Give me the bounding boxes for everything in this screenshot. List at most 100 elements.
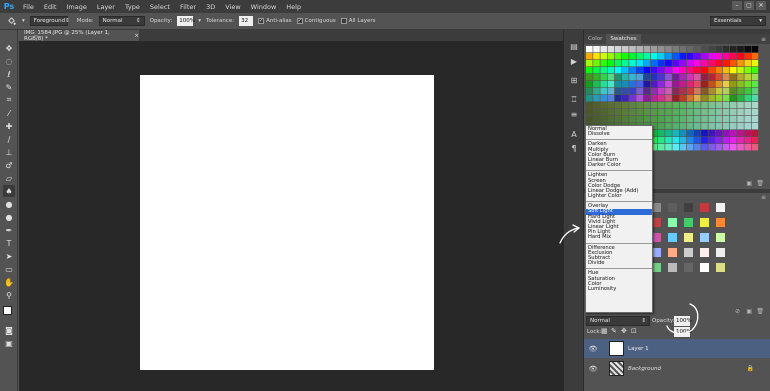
menu-help[interactable]: Help	[281, 3, 306, 11]
swatch[interactable]	[715, 88, 723, 95]
hand-tool-icon[interactable]: ✋	[3, 276, 15, 288]
swatch[interactable]	[679, 81, 687, 88]
delete-style-icon[interactable]: 🗑	[756, 308, 764, 315]
workspace-dropdown[interactable]: Essentials ▾	[710, 16, 766, 26]
swatch[interactable]	[694, 116, 701, 123]
swatch[interactable]	[672, 102, 679, 109]
swatch[interactable]	[679, 74, 687, 81]
panel-menu-icon[interactable]: ≡	[761, 194, 766, 201]
swatch[interactable]	[679, 116, 687, 123]
swatch[interactable]	[715, 102, 723, 109]
swatch[interactable]	[622, 116, 629, 123]
swatch[interactable]	[679, 95, 687, 102]
swatch[interactable]	[600, 116, 607, 123]
swatch[interactable]	[636, 60, 643, 67]
swatch[interactable]	[694, 130, 701, 137]
menu-window[interactable]: Window	[246, 3, 282, 11]
swatch[interactable]	[600, 81, 607, 88]
blend-mode-item[interactable]: Hard Mix	[586, 235, 652, 240]
swatch[interactable]	[708, 95, 715, 102]
rectangle-tool-icon[interactable]: ▭	[3, 263, 15, 275]
actions-panel-icon[interactable]: ▶	[567, 55, 581, 67]
swatch[interactable]	[593, 74, 600, 81]
swatch[interactable]	[622, 67, 629, 74]
swatch[interactable]	[686, 137, 694, 144]
swatch[interactable]	[751, 53, 759, 60]
swatch[interactable]	[672, 116, 679, 123]
swatch[interactable]	[686, 67, 694, 74]
swatch[interactable]	[672, 46, 679, 53]
swatch[interactable]	[614, 81, 622, 88]
swatch[interactable]	[665, 81, 672, 88]
swatch[interactable]	[586, 74, 593, 81]
swatch[interactable]	[730, 67, 737, 74]
screen-mode-icon[interactable]: ▣	[3, 337, 15, 349]
swatch[interactable]	[701, 144, 708, 151]
menu-filter[interactable]: Filter	[175, 3, 201, 11]
swatch[interactable]	[629, 95, 636, 102]
swatch[interactable]	[679, 123, 687, 130]
fill-source-dropdown[interactable]: Foreground ⇕	[29, 16, 70, 26]
swatch[interactable]	[737, 130, 744, 137]
swatch[interactable]	[586, 67, 593, 74]
swatch[interactable]	[658, 130, 665, 137]
swatch[interactable]	[622, 81, 629, 88]
swatch[interactable]	[744, 130, 751, 137]
swatch[interactable]	[665, 123, 672, 130]
swatch[interactable]	[744, 88, 751, 95]
blend-mode-item[interactable]: Divide	[586, 260, 652, 266]
swatch[interactable]	[658, 144, 665, 151]
brush-tool-icon[interactable]: ∕	[3, 133, 15, 145]
lock-transparent-icon[interactable]: ▦	[601, 327, 608, 335]
swatch[interactable]	[607, 53, 615, 60]
swatch[interactable]	[679, 137, 687, 144]
swatch[interactable]	[665, 102, 672, 109]
swatch[interactable]	[586, 46, 593, 53]
swatch[interactable]	[708, 46, 715, 53]
antialias-checkbox[interactable]: ✓	[258, 18, 265, 24]
lock-all-icon[interactable]: ⊡	[631, 327, 637, 335]
swatch[interactable]	[643, 95, 651, 102]
swatch[interactable]	[701, 53, 708, 60]
style-swatch[interactable]	[652, 203, 661, 212]
swatch[interactable]	[708, 67, 715, 74]
swatch[interactable]	[629, 102, 636, 109]
swatch[interactable]	[665, 67, 672, 74]
swatch[interactable]	[701, 116, 708, 123]
swatch[interactable]	[737, 46, 744, 53]
swatch[interactable]	[665, 137, 672, 144]
swatch[interactable]	[715, 81, 723, 88]
clone-stamp-tool-icon[interactable]: ⊥	[3, 146, 15, 158]
swatch[interactable]	[643, 46, 651, 53]
tool-preset-arrow[interactable]: ▾	[22, 18, 25, 24]
swatch[interactable]	[650, 74, 658, 81]
swatch[interactable]	[694, 88, 701, 95]
visibility-eye-icon[interactable]: 👁	[589, 345, 598, 353]
swatch[interactable]	[708, 137, 715, 144]
menu-view[interactable]: View	[220, 3, 245, 11]
swatch[interactable]	[658, 137, 665, 144]
swatch[interactable]	[730, 144, 737, 151]
all-layers-checkbox-row[interactable]: All Layers	[340, 18, 376, 24]
swatch[interactable]	[708, 130, 715, 137]
adjustments-panel-icon[interactable]: ♖	[567, 93, 581, 105]
swatch[interactable]	[708, 123, 715, 130]
swatch[interactable]	[730, 130, 737, 137]
swatch[interactable]	[586, 81, 593, 88]
swatch[interactable]	[744, 102, 751, 109]
swatch[interactable]	[751, 95, 759, 102]
swatch[interactable]	[730, 60, 737, 67]
swatch[interactable]	[658, 53, 665, 60]
swatch[interactable]	[686, 53, 694, 60]
swatch[interactable]	[701, 130, 708, 137]
swatch[interactable]	[694, 109, 701, 116]
swatch[interactable]	[694, 144, 701, 151]
swatch[interactable]	[722, 137, 730, 144]
swatch[interactable]	[701, 137, 708, 144]
swatch[interactable]	[708, 116, 715, 123]
swatch[interactable]	[600, 67, 607, 74]
swatch[interactable]	[701, 102, 708, 109]
swatch[interactable]	[722, 53, 730, 60]
swatch[interactable]	[665, 109, 672, 116]
menu-3d[interactable]: 3D	[201, 3, 220, 11]
